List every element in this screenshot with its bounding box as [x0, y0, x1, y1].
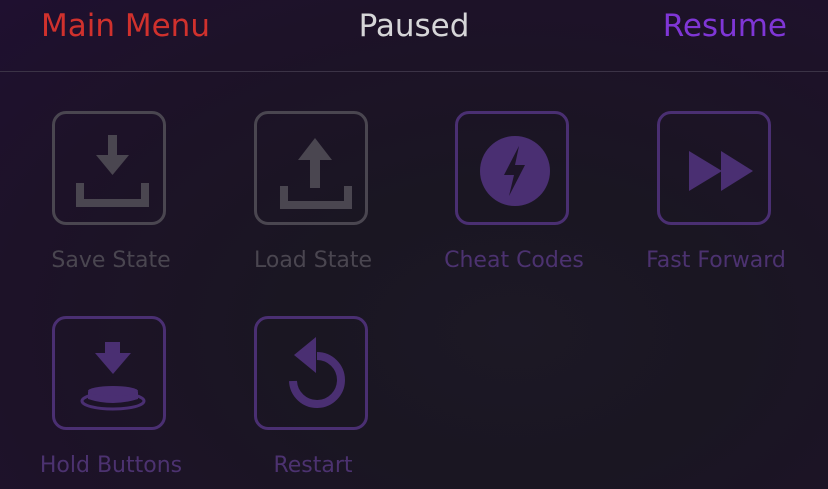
- main-menu-button[interactable]: Main Menu: [41, 6, 210, 46]
- hold-buttons-icon: [80, 342, 146, 411]
- restart-item[interactable]: Restart: [213, 316, 413, 489]
- fast-forward-label: Fast Forward: [646, 248, 786, 273]
- load-state-item[interactable]: Load State: [213, 111, 413, 291]
- hold-buttons-label: Hold Buttons: [39, 453, 183, 478]
- hold-buttons-item[interactable]: Hold Buttons: [11, 316, 211, 489]
- fast-forward-item[interactable]: Fast Forward: [616, 111, 816, 291]
- save-state-item[interactable]: Save State: [11, 111, 211, 291]
- restart-button[interactable]: [254, 316, 368, 430]
- fast-forward-icon: [689, 151, 753, 191]
- cheat-codes-label: Cheat Codes: [444, 248, 584, 273]
- restart-label: Restart: [273, 453, 353, 478]
- load-state-icon: [280, 138, 352, 209]
- save-state-button[interactable]: [52, 111, 166, 225]
- save-state-icon: [76, 135, 149, 207]
- load-state-label: Load State: [253, 248, 372, 273]
- fast-forward-button[interactable]: [657, 111, 771, 225]
- cheat-codes-button[interactable]: [455, 111, 569, 225]
- lightning-icon: [480, 136, 550, 206]
- save-state-label: Save State: [51, 248, 171, 273]
- hold-buttons-button[interactable]: [52, 316, 166, 430]
- navigation-bar: Paused Main Menu Resume: [0, 0, 828, 72]
- load-state-button[interactable]: [254, 111, 368, 225]
- resume-button[interactable]: Resume: [663, 6, 787, 46]
- cheat-codes-item[interactable]: Cheat Codes: [414, 111, 614, 291]
- restart-icon: [289, 337, 345, 408]
